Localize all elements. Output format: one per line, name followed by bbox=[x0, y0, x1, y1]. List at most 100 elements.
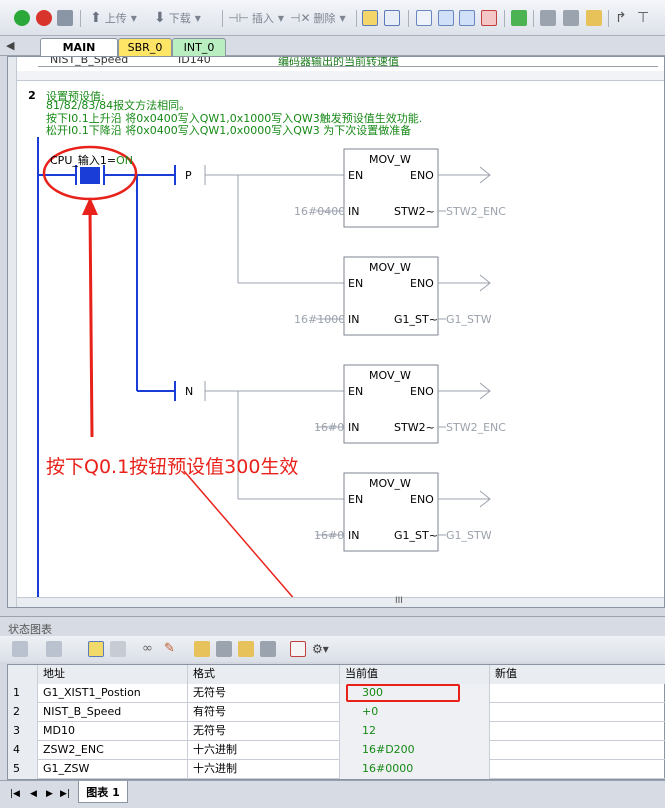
box2-title: MOV_W bbox=[369, 261, 411, 274]
box3-in-value[interactable]: 16#0 bbox=[314, 421, 344, 434]
box1-title: MOV_W bbox=[369, 153, 411, 166]
box4-out-value[interactable]: G1_STW bbox=[446, 529, 492, 542]
contact-i0-1[interactable] bbox=[80, 167, 100, 184]
format-cell[interactable]: 有符号 bbox=[188, 703, 340, 722]
trend-icon[interactable] bbox=[290, 641, 306, 657]
box3-out: STW2~ bbox=[394, 421, 435, 434]
edge-p-label: P bbox=[185, 169, 192, 182]
address-cell[interactable]: NIST_B_Speed bbox=[38, 703, 188, 722]
tab-main[interactable]: MAIN bbox=[40, 38, 118, 56]
format-cell[interactable]: 十六进制 bbox=[188, 741, 340, 760]
box4-in: IN bbox=[348, 529, 360, 542]
column-address[interactable]: 地址 bbox=[38, 665, 188, 684]
download-button[interactable]: ⬇ 下载 ▼ bbox=[154, 9, 201, 27]
new-value-cell[interactable] bbox=[490, 703, 665, 722]
pencil-icon[interactable]: ✎ bbox=[164, 641, 180, 657]
chevron-down-icon: ▼ bbox=[130, 13, 137, 23]
options-icon[interactable]: ⚙▾ bbox=[312, 641, 329, 657]
last-sheet-icon[interactable]: ▶| bbox=[60, 789, 70, 799]
box2-out-value[interactable]: G1_STW bbox=[446, 313, 492, 326]
address-cell[interactable]: G1_ZSW bbox=[38, 760, 188, 779]
first-sheet-icon[interactable]: |◀ bbox=[10, 789, 20, 799]
tab-chart-1[interactable]: 图表 1 bbox=[78, 781, 128, 803]
box2-in-value[interactable]: 16#1000 bbox=[294, 313, 345, 326]
lock-all-icon[interactable] bbox=[216, 641, 232, 657]
delete-row-icon[interactable] bbox=[46, 641, 62, 657]
column-new[interactable]: 新值 bbox=[490, 665, 665, 684]
chevron-down-icon: ▼ bbox=[277, 13, 285, 23]
branch-icon[interactable]: ↱ bbox=[615, 10, 631, 26]
address-cell[interactable]: MD10 bbox=[38, 722, 188, 741]
tab-int0[interactable]: INT_0 bbox=[172, 38, 226, 56]
column-current[interactable]: 当前值 bbox=[340, 665, 490, 684]
upload-arrow-icon: ⬆ bbox=[90, 10, 102, 26]
status-table: 地址 格式 当前值 新值 1 G1_XIST1_Postion 无符号 2 NI… bbox=[7, 664, 665, 780]
box1-out-value[interactable]: STW2_ENC bbox=[446, 205, 506, 218]
current-value-cell: 16#D200 bbox=[340, 741, 490, 760]
delete-button[interactable]: ⊣✕ 删除 ▼ bbox=[290, 9, 346, 27]
box4-in-value[interactable]: 16#0 bbox=[314, 529, 344, 542]
table-status-icon[interactable] bbox=[384, 10, 400, 26]
address-cell[interactable]: ZSW2_ENC bbox=[38, 741, 188, 760]
prev-sheet-icon[interactable]: ◀ bbox=[30, 789, 37, 799]
network-number[interactable]: 2 bbox=[17, 85, 47, 105]
new-value-cell[interactable] bbox=[490, 684, 665, 703]
symbol-row: NIST_B_Speed ID140 编码器输出的当前转速值 bbox=[38, 56, 658, 68]
box4-en: EN bbox=[348, 493, 364, 506]
contact-label: CPU_输入1=ON bbox=[50, 154, 133, 167]
new-value-cell[interactable] bbox=[490, 722, 665, 741]
address-cell[interactable]: G1_XIST1_Postion bbox=[38, 684, 188, 703]
status-chart-title: 状态图表 bbox=[0, 616, 665, 636]
lock-all-icon[interactable] bbox=[563, 10, 579, 26]
column-format[interactable]: 格式 bbox=[188, 665, 340, 684]
program-status-icon[interactable] bbox=[362, 10, 378, 26]
unlock-icon[interactable] bbox=[238, 641, 254, 657]
lock-icon[interactable] bbox=[540, 10, 556, 26]
box3-in: IN bbox=[348, 421, 360, 434]
current-value-cell: 16#0000 bbox=[340, 760, 490, 779]
chart-status-icon[interactable] bbox=[88, 641, 104, 657]
contact-icon[interactable]: ⊤ bbox=[637, 10, 653, 26]
box1-in: IN bbox=[348, 205, 360, 218]
export-icon[interactable] bbox=[511, 10, 527, 26]
compile-icon[interactable] bbox=[57, 10, 73, 26]
horizontal-scrollbar[interactable]: III bbox=[17, 596, 664, 607]
add-row-icon[interactable] bbox=[12, 641, 28, 657]
symbol-address: ID140 bbox=[178, 56, 211, 66]
box1-out: STW2~ bbox=[394, 205, 435, 218]
insert-icon: ⊣⊢ bbox=[228, 11, 249, 25]
box4-title: MOV_W bbox=[369, 477, 411, 490]
format-cell[interactable]: 十六进制 bbox=[188, 760, 340, 779]
unlock-icon[interactable] bbox=[586, 10, 602, 26]
stop-icon[interactable] bbox=[36, 10, 52, 26]
insert-button[interactable]: ⊣⊢ 插入 ▼ bbox=[228, 9, 284, 27]
tab-sbr0[interactable]: SBR_0 bbox=[118, 38, 172, 56]
format-cell[interactable]: 无符号 bbox=[188, 722, 340, 741]
table-row: 4 ZSW2_ENC 十六进制 16#D200 bbox=[8, 741, 665, 760]
next-sheet-icon[interactable]: ▶ bbox=[46, 789, 53, 799]
run-icon[interactable] bbox=[14, 10, 30, 26]
tab-scroll-left-icon[interactable]: ◀ bbox=[6, 39, 14, 52]
box1-in-value[interactable]: 16#0400 bbox=[294, 205, 345, 218]
box3-title: MOV_W bbox=[369, 369, 411, 382]
format-cell[interactable]: 无符号 bbox=[188, 684, 340, 703]
box2-en: EN bbox=[348, 277, 364, 290]
redo-icon[interactable] bbox=[459, 10, 475, 26]
new-value-cell[interactable] bbox=[490, 760, 665, 779]
network-comment: 81/82/83/84报文方法相同。 按下I0.1上升沿 将0x0400写入QW… bbox=[46, 99, 423, 137]
undo-icon[interactable] bbox=[438, 10, 454, 26]
read-all-icon[interactable] bbox=[260, 641, 276, 657]
glasses-icon[interactable]: ∞ bbox=[142, 641, 158, 657]
chevron-down-icon: ▼ bbox=[339, 13, 346, 23]
box1-eno: ENO bbox=[410, 169, 434, 182]
clear-icon[interactable] bbox=[481, 10, 497, 26]
new-value-cell[interactable] bbox=[490, 741, 665, 760]
rung-icon[interactable] bbox=[416, 10, 432, 26]
box3-out-value[interactable]: STW2_ENC bbox=[446, 421, 506, 434]
upload-button[interactable]: ⬆ 上传 ▼ bbox=[90, 9, 137, 27]
table-row: 3 MD10 无符号 12 bbox=[8, 722, 665, 741]
chevron-down-icon: ▼ bbox=[194, 13, 201, 23]
current-value-cell: +0 bbox=[340, 703, 490, 722]
lock-icon[interactable] bbox=[194, 641, 210, 657]
pause-icon[interactable] bbox=[110, 641, 126, 657]
